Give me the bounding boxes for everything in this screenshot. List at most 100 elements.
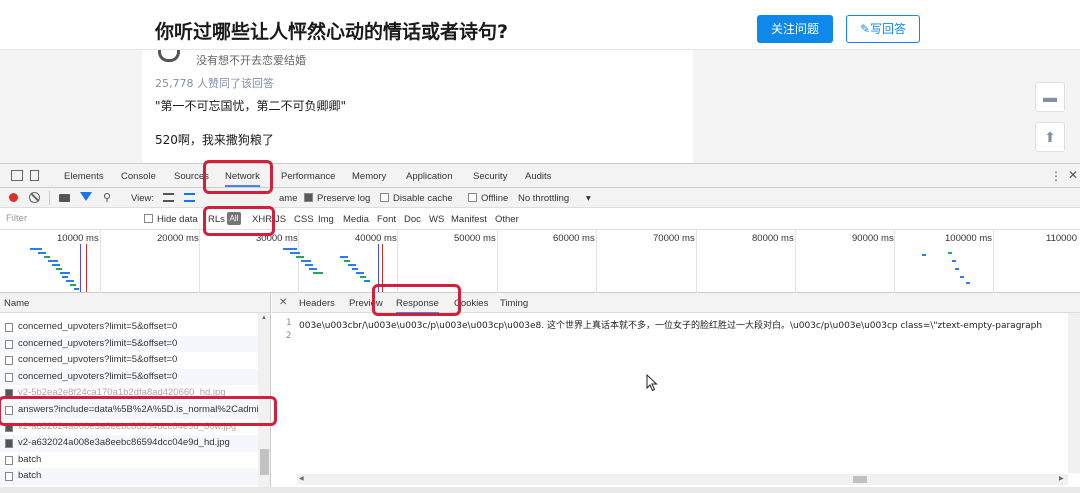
clear-icon[interactable]: [29, 192, 40, 203]
tab-audits[interactable]: Audits: [525, 171, 551, 182]
devtools-panel: Elements Console Sources Network Perform…: [0, 163, 1080, 493]
close-devtools-icon[interactable]: ✕: [1068, 168, 1078, 182]
request-name: answers?include=data%5B%2A%5D.is_normal%…: [18, 404, 258, 415]
response-horizontal-scrollbar[interactable]: ◀ ▶: [297, 474, 1068, 485]
line-number: 2: [286, 331, 292, 341]
scrollbar-thumb[interactable]: [853, 476, 867, 483]
waterfall-bar: [948, 252, 952, 254]
filter-css[interactable]: CSS: [294, 214, 314, 225]
gridline: [795, 230, 796, 293]
line-number: 1: [286, 318, 292, 328]
gridline: [993, 230, 994, 293]
avatar[interactable]: [158, 50, 180, 62]
request-row[interactable]: concerned_upvoters?limit=5&offset=0: [0, 352, 258, 369]
tab-sources[interactable]: Sources: [174, 171, 209, 182]
request-row[interactable]: concerned_upvoters?limit=5&offset=0: [0, 368, 258, 386]
device-toolbar-icon[interactable]: [30, 170, 39, 181]
waterfall-bar: [309, 268, 317, 270]
waterfall-bar: [340, 256, 348, 258]
tab-performance[interactable]: Performance: [281, 171, 335, 182]
waterfall-bar: [364, 280, 370, 282]
filter-manifest[interactable]: Manifest: [451, 214, 487, 225]
network-toolbar: ⚲ View: ame Preserve log Disable cache O…: [0, 188, 1080, 208]
waterfall-bar: [283, 248, 297, 250]
scroll-left-icon[interactable]: ◀: [299, 475, 304, 482]
response-vertical-scrollbar[interactable]: [1068, 313, 1080, 473]
request-name: concerned_upvoters?limit=5&offset=0: [18, 370, 178, 382]
timeline-tick: 10000 ms: [57, 233, 99, 244]
request-row[interactable]: v2-a632024a008e3a8eebc86594dcc04e9d_60w.…: [0, 419, 258, 436]
tab-console[interactable]: Console: [121, 171, 156, 182]
follow-question-button[interactable]: 关注问题: [757, 15, 833, 43]
filter-img[interactable]: Img: [318, 214, 334, 225]
response-body[interactable]: 1 2 003e\u003cbr/\u003e\u003c/p\u003e\u0…: [272, 313, 1068, 474]
tab-response[interactable]: Response: [396, 298, 439, 314]
request-row[interactable]: concerned_upvoters?limit=5&offset=0: [0, 319, 258, 336]
disable-cache-checkbox[interactable]: [380, 193, 389, 202]
hide-data-urls-checkbox[interactable]: [144, 214, 153, 223]
large-rows-icon[interactable]: [163, 193, 174, 202]
request-row[interactable]: answers?include=data%5B%2A%5D.is_normal%…: [0, 402, 258, 419]
tab-headers[interactable]: Headers: [299, 298, 335, 309]
filter-font[interactable]: Font: [377, 214, 396, 225]
more-options-icon[interactable]: ⋮: [1050, 169, 1062, 183]
load-event-marker: [382, 244, 383, 292]
record-icon[interactable]: [9, 193, 18, 202]
throttling-select[interactable]: No throttling: [518, 193, 569, 204]
offline-checkbox[interactable]: [468, 193, 477, 202]
timeline-tick: 100000 ms: [945, 233, 993, 244]
offline-label: Offline: [481, 193, 509, 204]
search-icon[interactable]: ⚲: [103, 191, 111, 204]
filter-doc[interactable]: Doc: [404, 214, 421, 225]
requests-scrollbar[interactable]: ▲: [258, 313, 270, 493]
tab-security[interactable]: Security: [473, 171, 507, 182]
close-detail-icon[interactable]: ✕: [279, 297, 287, 308]
network-overview-timeline[interactable]: 10000 ms 20000 ms 30000 ms 40000 ms 5000…: [0, 230, 1080, 293]
screenshot-icon[interactable]: [59, 194, 70, 202]
tab-timing[interactable]: Timing: [500, 298, 528, 309]
preserve-log-checkbox[interactable]: [304, 193, 313, 202]
gridline: [199, 230, 200, 293]
tab-memory[interactable]: Memory: [352, 171, 386, 182]
scroll-up-icon[interactable]: ▲: [261, 315, 267, 321]
question-header: 你听过哪些让人怦然心动的情话或者诗句? 关注问题 ✎写回答: [0, 0, 1080, 50]
request-row[interactable]: concerned_upvoters?limit=5&offset=0: [0, 335, 258, 353]
waterfall-view-icon[interactable]: [184, 193, 195, 202]
hide-data-urls-label: RLs: [208, 214, 225, 225]
waterfall-bar: [348, 264, 356, 266]
back-to-top-icon[interactable]: ⬆: [1035, 122, 1065, 152]
tab-elements[interactable]: Elements: [64, 171, 104, 182]
tab-application[interactable]: Application: [406, 171, 452, 182]
filter-js[interactable]: JS: [275, 214, 286, 225]
filter-xhr[interactable]: XHR: [252, 214, 272, 225]
timeline-tick: 80000 ms: [752, 233, 794, 244]
filter-input[interactable]: Filter: [6, 213, 27, 224]
chevron-down-icon[interactable]: ▾: [586, 193, 591, 204]
write-answer-button[interactable]: ✎写回答: [846, 15, 920, 43]
timeline-tick: 110000: [1046, 233, 1077, 244]
gridline: [596, 230, 597, 293]
request-row[interactable]: v2-a632024a008e3a8eebc86594dcc04e9d_hd.j…: [0, 435, 258, 452]
request-row[interactable]: batch: [0, 468, 258, 485]
filter-other[interactable]: Other: [495, 214, 519, 225]
filter-media[interactable]: Media: [343, 214, 369, 225]
feedback-icon[interactable]: ▬: [1035, 82, 1065, 112]
filter-icon[interactable]: [80, 192, 92, 201]
request-name: batch: [18, 470, 42, 482]
tab-preview[interactable]: Preview: [349, 298, 383, 309]
author-motto: 没有想不开去恋爱结婚: [196, 54, 306, 67]
scrollbar-thumb[interactable]: [260, 449, 269, 475]
group-by-frame-label[interactable]: ame: [279, 193, 297, 204]
tab-cookies[interactable]: Cookies: [454, 298, 488, 309]
timeline-tick: 50000 ms: [454, 233, 496, 244]
inspect-element-icon[interactable]: [11, 170, 23, 181]
filter-all-button[interactable]: All: [227, 212, 241, 225]
timeline-tick: 30000 ms: [256, 233, 298, 244]
timeline-tick: 70000 ms: [653, 233, 695, 244]
filter-ws[interactable]: WS: [429, 214, 444, 225]
request-row[interactable]: batch: [0, 452, 258, 469]
request-row[interactable]: v2-5b2ea2e8f24ca170a1b2dfa8ad420660_hd.j…: [0, 385, 258, 402]
name-column-header[interactable]: Name: [0, 293, 270, 313]
tab-network[interactable]: Network: [225, 171, 260, 187]
scroll-right-icon[interactable]: ▶: [1059, 475, 1064, 482]
